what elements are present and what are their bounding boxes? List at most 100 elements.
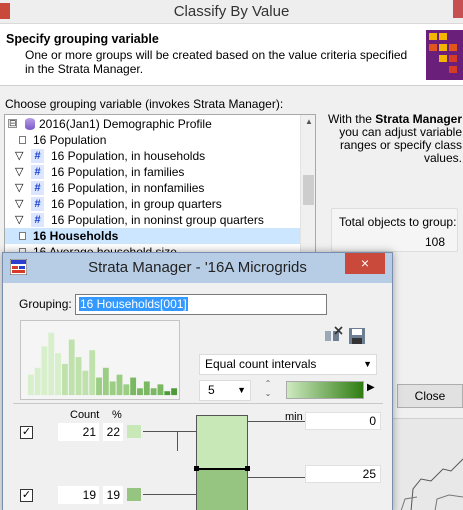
classify-title: Classify By Value: [173, 3, 290, 20]
class-count-spinner[interactable]: ⌃ ⌄: [262, 379, 274, 401]
connector-line: [248, 477, 305, 478]
color-ramp[interactable]: [286, 381, 364, 399]
tree-item-selected[interactable]: 16 Households: [5, 228, 301, 244]
histogram-bar: [34, 367, 41, 396]
filter-triangle-icon: ▽: [15, 166, 24, 178]
info-pre: With the: [327, 112, 372, 126]
chevron-down-icon: ▼: [237, 385, 246, 395]
map-preview: [391, 418, 463, 510]
tree-item-label: 16 Population, in group quarters: [51, 197, 222, 211]
filter-triangle-icon: ▽: [15, 150, 24, 162]
method-value: Equal count intervals: [205, 357, 317, 371]
total-objects-label: Total objects to group:: [339, 215, 457, 229]
tree-item-label: 16 Population, in families: [51, 165, 185, 179]
map-lines: [400, 458, 463, 510]
histogram-bar: [89, 350, 96, 396]
histogram-bar: [75, 357, 82, 396]
collapse-icon[interactable]: ⊟: [8, 119, 17, 128]
class-2-band: [197, 469, 247, 510]
classification-method-select[interactable]: Equal count intervals ▼: [199, 354, 377, 375]
class-2-color-swatch[interactable]: [127, 488, 141, 501]
info-post: you can adjust variable ranges or specif…: [339, 125, 462, 165]
variable-tree[interactable]: ⊟ 2016(Jan1) Demographic Profile 16 Popu…: [4, 114, 316, 254]
class-2-count: 19: [58, 486, 99, 504]
histogram-bar: [137, 388, 143, 396]
class-1-pct: 22: [103, 423, 123, 441]
filter-triangle-icon: ▽: [15, 198, 24, 210]
histogram-bar: [164, 391, 171, 396]
tree-item-label: 16 Population: [33, 133, 107, 147]
wizard-grouping-icon: [426, 30, 463, 80]
connector-line: [177, 431, 178, 451]
break-handle-left[interactable]: [194, 466, 199, 471]
choose-variable-label: Choose grouping variable (invokes Strata…: [5, 97, 284, 111]
class-1-band: [197, 416, 247, 469]
tree-item[interactable]: ▽ # 16 Population, in families: [5, 164, 301, 180]
break-value-field[interactable]: 25: [305, 465, 381, 483]
delete-strata-icon[interactable]: [323, 326, 343, 346]
tree-item-label: 2016(Jan1) Demographic Profile: [39, 117, 212, 131]
histogram-bar: [171, 388, 178, 396]
scroll-up-icon[interactable]: ▲: [305, 117, 313, 126]
tree-item-label: 16 Population, in nonfamilies: [51, 181, 205, 195]
histogram-bar: [82, 370, 89, 396]
class-1-checkbox[interactable]: ✓: [20, 426, 33, 439]
histogram-bar: [41, 346, 48, 396]
total-objects-value: 108: [424, 235, 445, 249]
tree-item-label: 16 Population, in households: [51, 149, 206, 163]
class-1-count: 21: [58, 423, 99, 441]
min-value-field[interactable]: 0: [305, 412, 381, 430]
strata-close-button[interactable]: ×: [345, 253, 385, 274]
strata-manager-dialog: Strata Manager - '16A Microgrids × Group…: [2, 252, 393, 510]
histogram-bar: [130, 377, 137, 396]
numeric-variable-icon: #: [31, 197, 44, 211]
connector-line: [248, 421, 305, 422]
count-column-header: Count: [70, 409, 100, 421]
header-description: One or more groups will be created based…: [25, 48, 408, 76]
ramp-next-icon[interactable]: ▶: [367, 382, 375, 393]
grouping-input-value: 16 Households[001]: [79, 297, 188, 311]
grouping-input[interactable]: 16 Households[001]: [75, 294, 327, 315]
histogram-bar: [27, 374, 34, 396]
info-bold: Strata Manager: [375, 112, 462, 126]
leaf-icon: [19, 136, 26, 144]
histogram-bar: [157, 384, 164, 396]
tree-item[interactable]: ▽ # 16 Population, in noninst group quar…: [5, 212, 301, 228]
leaf-icon: [19, 232, 26, 240]
histogram-bar: [48, 332, 55, 396]
strata-title: Strata Manager - '16A Microgrids: [88, 259, 307, 276]
histogram-bar: [109, 381, 116, 396]
tree-item[interactable]: ▽ # 16 Population, in group quarters: [5, 196, 301, 212]
histogram-bar: [55, 353, 61, 396]
class-1-color-swatch[interactable]: [127, 425, 141, 438]
class-break-line[interactable]: [195, 468, 249, 470]
classify-titlebar: Classify By Value: [0, 0, 463, 24]
histogram-bar: [116, 374, 123, 396]
connector-line: [143, 431, 196, 432]
class-count-select[interactable]: 5 ▼: [199, 380, 251, 401]
close-button[interactable]: Close: [397, 384, 463, 408]
strata-titlebar[interactable]: Strata Manager - '16A Microgrids ×: [3, 253, 392, 283]
pct-column-header: %: [112, 409, 122, 421]
tree-item-label: 16 Population, in noninst group quarters: [51, 213, 264, 227]
tree-item[interactable]: 16 Population: [5, 132, 301, 148]
connector-line: [143, 494, 196, 495]
tree-item-profile[interactable]: ⊟ 2016(Jan1) Demographic Profile: [5, 116, 301, 132]
chevron-down-icon: ▼: [363, 359, 372, 369]
histogram-bar: [102, 367, 109, 396]
scroll-thumb[interactable]: [303, 175, 314, 205]
class-breaks-graph[interactable]: [194, 415, 250, 510]
tree-scrollbar[interactable]: ▲: [300, 115, 315, 253]
strata-manager-info: With the Strata Manager you can adjust v…: [326, 113, 462, 165]
tree-item[interactable]: ▽ # 16 Population, in nonfamilies: [5, 180, 301, 196]
tree-item[interactable]: ▽ # 16 Population, in households: [5, 148, 301, 164]
total-objects-box: Total objects to group: 108: [331, 208, 458, 252]
separator: [13, 403, 383, 404]
save-strata-icon[interactable]: [347, 326, 367, 346]
break-handle-right[interactable]: [245, 466, 250, 471]
filter-triangle-icon: ▽: [15, 182, 24, 194]
wizard-header: Specify grouping variable One or more gr…: [0, 24, 463, 86]
class-2-checkbox[interactable]: ✓: [20, 489, 33, 502]
classify-close-button[interactable]: [453, 0, 463, 18]
class-2-pct: 19: [103, 486, 123, 504]
